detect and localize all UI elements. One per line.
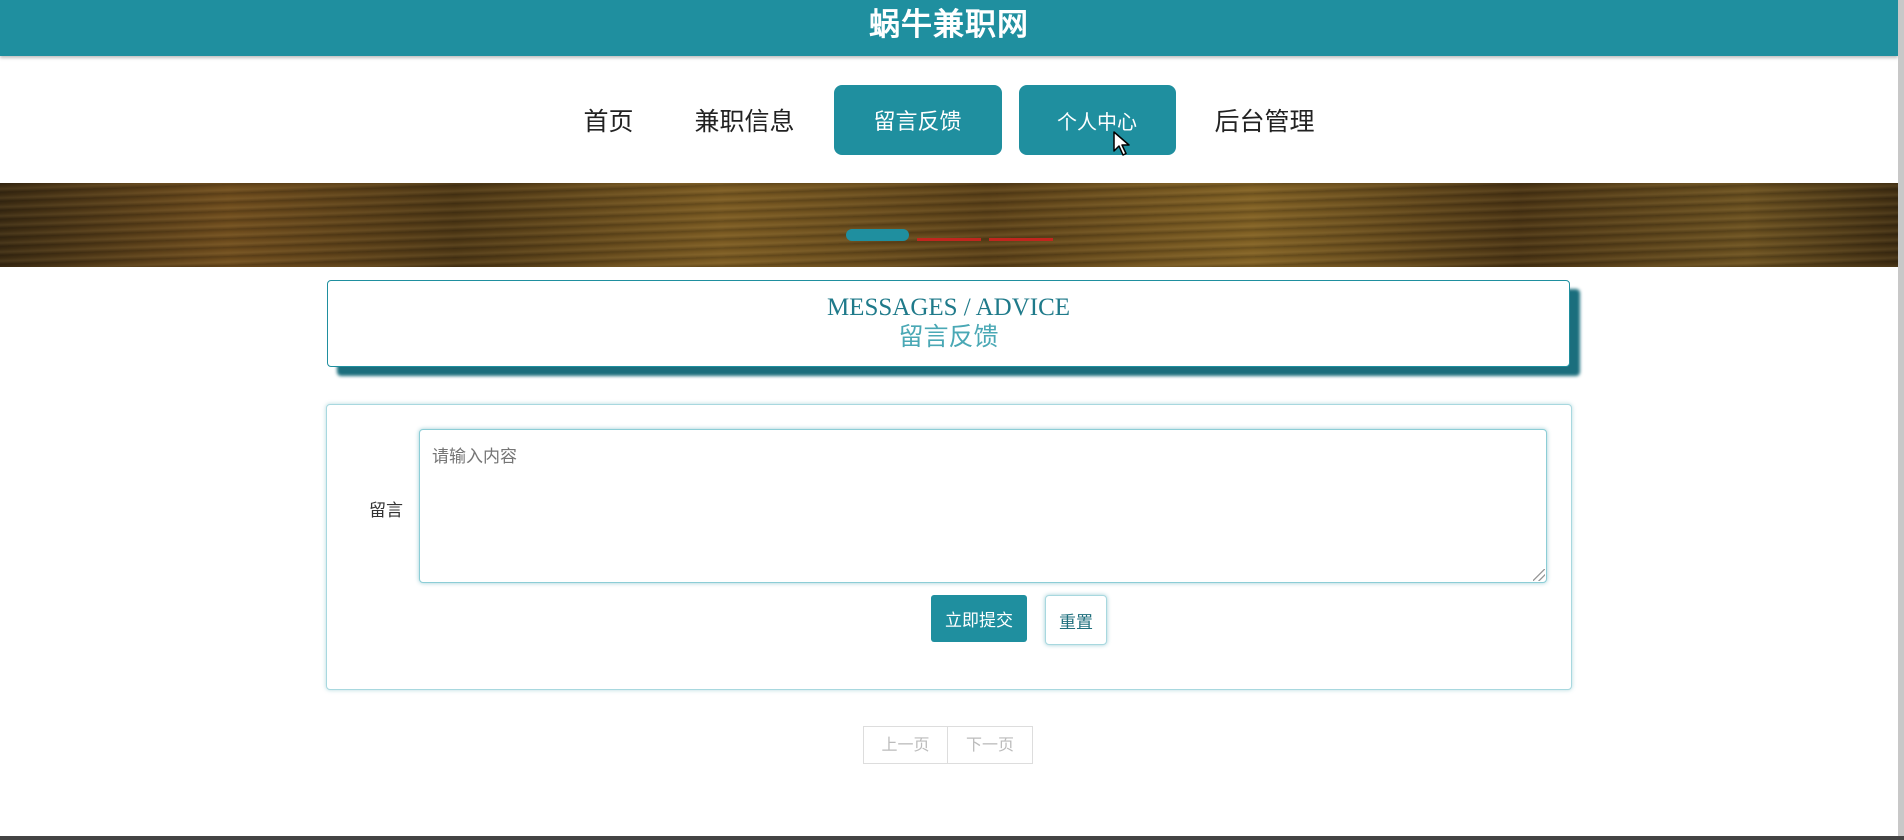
- pagination: 上一页 下一页: [863, 726, 1033, 764]
- nav-item-jobs[interactable]: 兼职信息: [672, 85, 816, 155]
- window-bottom-edge: [0, 836, 1904, 840]
- banner-carousel: [0, 183, 1898, 267]
- message-textarea[interactable]: [419, 429, 1547, 583]
- carousel-dot-2[interactable]: [917, 238, 981, 241]
- site-title: 蜗牛兼职网: [869, 7, 1029, 43]
- feedback-form: 留言 立即提交 重置: [326, 404, 1572, 690]
- section-title-cn: 留言反馈: [898, 322, 999, 351]
- message-label: 留言: [369, 501, 403, 521]
- nav-item-home[interactable]: 首页: [561, 85, 655, 155]
- nav-item-feedback[interactable]: 留言反馈: [833, 85, 1002, 155]
- nav-item-profile[interactable]: 个人中心: [1018, 85, 1176, 155]
- window-edge: [1898, 0, 1904, 840]
- nav-item-admin[interactable]: 后台管理: [1193, 85, 1337, 155]
- submit-button[interactable]: 立即提交: [931, 595, 1027, 642]
- mouse-cursor-icon: [1113, 131, 1130, 156]
- carousel-dot-3[interactable]: [989, 238, 1053, 241]
- section-title-en: MESSAGES / ADVICE: [826, 294, 1071, 321]
- next-page-button[interactable]: 下一页: [948, 726, 1033, 764]
- carousel-indicators: [846, 229, 1053, 241]
- textarea-resize-handle[interactable]: [1533, 569, 1545, 581]
- section-header: MESSAGES / ADVICE 留言反馈: [327, 280, 1570, 367]
- carousel-dot-1[interactable]: [846, 229, 909, 241]
- site-header: 蜗牛兼职网: [0, 0, 1898, 56]
- prev-page-button[interactable]: 上一页: [863, 726, 948, 764]
- reset-button[interactable]: 重置: [1045, 595, 1107, 645]
- main-nav: 首页 兼职信息 留言反馈 个人中心 后台管理: [0, 84, 1898, 156]
